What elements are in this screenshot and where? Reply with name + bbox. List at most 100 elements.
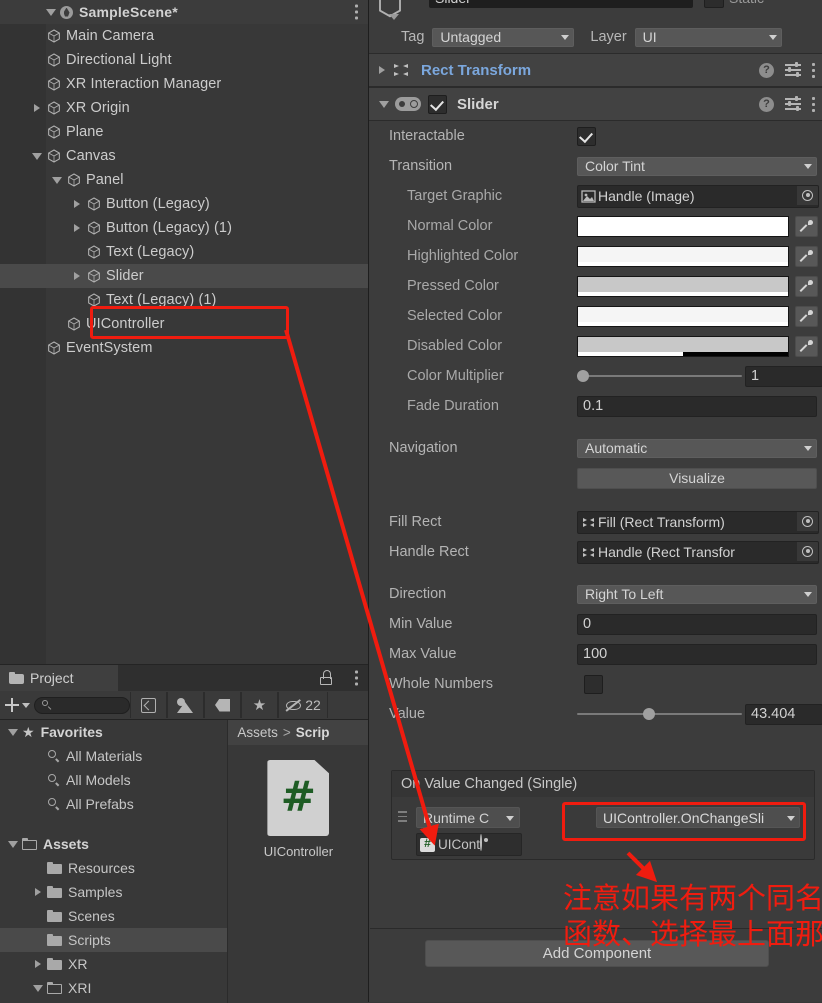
transition-dropdown[interactable]: Color Tint [577, 156, 817, 176]
value-slider[interactable] [577, 706, 742, 722]
fade-duration-field[interactable]: 0.1 [577, 395, 817, 417]
hierarchy-item-main-camera[interactable]: Main Camera [0, 24, 368, 48]
normal-color-swatch[interactable] [577, 215, 789, 237]
hierarchy-item-xr-interaction-manager[interactable]: XR Interaction Manager [0, 72, 368, 96]
project-tree-item-xr[interactable]: XR [0, 952, 227, 976]
max-value-field[interactable]: 100 [577, 643, 817, 665]
slider-handle[interactable] [643, 708, 656, 720]
slider-handle[interactable] [577, 370, 589, 382]
foldout-expanded-icon[interactable] [379, 100, 389, 108]
object-picker-icon[interactable] [480, 834, 500, 854]
filter-by-label-button[interactable] [204, 692, 241, 718]
project-kebab-menu-icon[interactable] [355, 670, 358, 686]
breadcrumb-current[interactable]: Scrip [296, 725, 330, 740]
preset-icon[interactable] [785, 62, 801, 77]
foldout-expanded-icon[interactable] [28, 152, 46, 160]
foldout-expanded-icon[interactable] [29, 984, 47, 992]
hierarchy-item-text-legacy-1[interactable]: Text (Legacy) (1) [0, 288, 368, 312]
search-input[interactable] [53, 698, 123, 712]
pressed-color-swatch[interactable] [577, 275, 789, 297]
event-function-dropdown[interactable]: UIController.OnChangeSli [596, 807, 800, 828]
whole-numbers-checkbox[interactable] [584, 674, 603, 694]
object-picker-icon[interactable] [797, 185, 818, 205]
selected-color-eyedropper-button[interactable] [795, 305, 818, 327]
project-tree-item-scripts[interactable]: Scripts [0, 928, 228, 952]
handle-rect-object-field[interactable]: Handle (Rect Transfor [577, 540, 819, 564]
component-header-slider[interactable]: Slider ? [369, 87, 822, 121]
kebab-menu-icon[interactable] [812, 62, 815, 78]
hidden-assets-button[interactable]: 22 [278, 692, 328, 718]
foldout-collapsed-icon[interactable] [29, 960, 47, 968]
visualize-button[interactable]: Visualize [577, 467, 817, 489]
selected-color-swatch[interactable] [577, 305, 789, 327]
preset-icon[interactable] [785, 96, 801, 111]
foldout-collapsed-icon[interactable] [68, 224, 86, 232]
hierarchy-item-xr-origin[interactable]: XR Origin [0, 96, 368, 120]
filter-by-type-button[interactable] [167, 692, 204, 718]
drag-handle-icon[interactable] [398, 811, 407, 822]
help-icon[interactable]: ? [759, 96, 774, 112]
project-tree-item-resources[interactable]: Resources [0, 856, 227, 880]
foldout-collapsed-icon[interactable] [28, 104, 46, 112]
object-name-field[interactable]: Slider [429, 0, 693, 8]
hierarchy-item-text-legacy[interactable]: Text (Legacy) [0, 240, 368, 264]
highlighted-color-swatch[interactable] [577, 245, 789, 267]
value-field[interactable]: 43.404 [745, 703, 822, 725]
object-picker-icon[interactable] [797, 541, 818, 561]
foldout-expanded-icon[interactable] [48, 176, 66, 184]
asset-item-uicontroller[interactable]: # UIController [248, 760, 348, 859]
disabled-color-swatch[interactable] [577, 335, 789, 357]
foldout-collapsed-icon[interactable] [29, 888, 47, 896]
hierarchy-item-slider[interactable]: Slider [0, 264, 368, 288]
pressed-color-eyedropper-button[interactable] [795, 275, 818, 297]
filter-favorites-button[interactable]: ★ [241, 692, 278, 718]
component-visibility-toggle-icon[interactable] [395, 97, 421, 111]
lock-icon[interactable] [320, 670, 332, 685]
disabled-color-eyedropper-button[interactable] [795, 335, 818, 357]
normal-color-eyedropper-button[interactable] [795, 215, 818, 237]
project-tree-item-scenes[interactable]: Scenes [0, 904, 227, 928]
min-value-field[interactable]: 0 [577, 613, 817, 635]
kebab-menu-icon[interactable] [812, 96, 815, 112]
save-search-button[interactable] [130, 692, 167, 718]
color-multiplier-slider[interactable] [577, 368, 742, 384]
static-checkbox[interactable] [704, 0, 724, 8]
hierarchy-scene-header[interactable]: SampleScene* [0, 0, 368, 25]
hierarchy-item-directional-light[interactable]: Directional Light [0, 48, 368, 72]
foldout-collapsed-icon[interactable] [68, 200, 86, 208]
component-enabled-checkbox[interactable] [428, 94, 447, 114]
hierarchy-item-uicontroller[interactable]: UIController [0, 312, 368, 336]
project-tree-item-assets[interactable]: Assets [0, 832, 227, 856]
hierarchy-item-plane[interactable]: Plane [0, 120, 368, 144]
color-multiplier-field[interactable]: 1 [745, 365, 822, 387]
foldout-expanded-icon[interactable] [4, 728, 22, 736]
help-icon[interactable]: ? [759, 62, 774, 78]
navigation-dropdown[interactable]: Automatic [577, 438, 817, 458]
project-search-field[interactable] [34, 696, 130, 714]
component-header-rect-transform[interactable]: Rect Transform ? [369, 53, 822, 87]
kebab-menu-icon[interactable] [355, 4, 358, 20]
hierarchy-item-panel[interactable]: Panel [0, 168, 368, 192]
direction-dropdown[interactable]: Right To Left [577, 584, 817, 604]
prefab-dropdown-icon[interactable] [389, 14, 399, 20]
hierarchy-item-eventsystem[interactable]: EventSystem [0, 336, 368, 360]
project-tree-item-samples[interactable]: Samples [0, 880, 227, 904]
object-picker-icon[interactable] [797, 511, 818, 531]
foldout-expanded-icon[interactable] [4, 840, 22, 848]
project-tree-item-all-prefabs[interactable]: All Prefabs [0, 792, 227, 816]
layer-dropdown[interactable]: UI [634, 27, 782, 47]
foldout-collapsed-icon[interactable] [68, 272, 86, 280]
hierarchy-item-canvas[interactable]: Canvas [0, 144, 368, 168]
add-asset-button[interactable] [0, 698, 34, 712]
breadcrumb-root[interactable]: Assets [237, 725, 278, 740]
project-tree-item-favorites[interactable]: ★ Favorites [0, 720, 227, 744]
tab-project[interactable]: Project [0, 665, 118, 691]
runtime-mode-dropdown[interactable]: Runtime C [416, 807, 520, 828]
tag-dropdown[interactable]: Untagged [432, 27, 575, 47]
hierarchy-item-button-legacy-1[interactable]: Button (Legacy) (1) [0, 216, 368, 240]
project-tree-item-xri[interactable]: XRI [0, 976, 227, 1000]
foldout-collapsed-icon[interactable] [379, 66, 385, 74]
interactable-checkbox[interactable] [577, 126, 596, 146]
scene-foldout-icon[interactable] [46, 8, 56, 16]
project-tree-item-all-models[interactable]: All Models [0, 768, 227, 792]
